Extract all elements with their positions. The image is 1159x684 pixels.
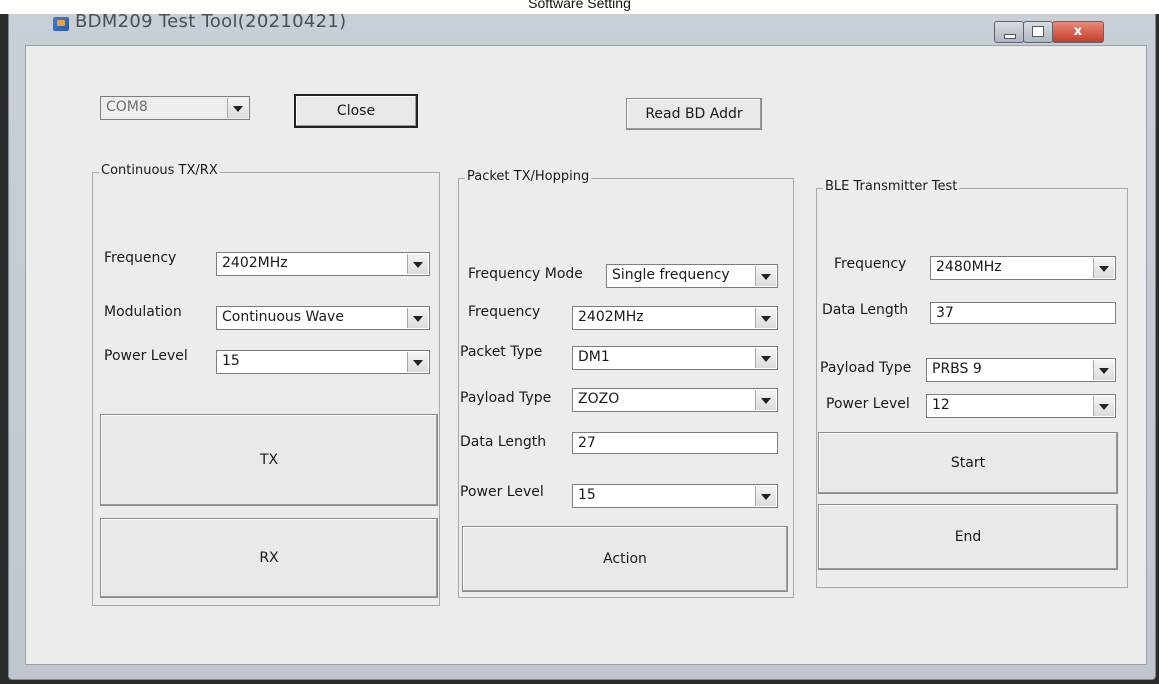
- pkt-packet-type-value: DM1: [578, 349, 610, 365]
- cont-modulation-value: Continuous Wave: [222, 309, 344, 325]
- ble-power-value: 12: [932, 397, 950, 413]
- pkt-freq-mode-label: Frequency Mode: [468, 266, 583, 282]
- pkt-power-select[interactable]: 15: [572, 484, 778, 508]
- pkt-freq-mode-select[interactable]: Single frequency: [606, 264, 778, 288]
- ble-data-length-value: 37: [936, 305, 954, 321]
- pkt-freq-mode-value: Single frequency: [612, 267, 730, 283]
- chevron-down-icon[interactable]: [407, 254, 428, 274]
- ble-power-label: Power Level: [826, 396, 910, 412]
- ble-payload-type-value: PRBS 9: [932, 361, 982, 377]
- pkt-power-label: Power Level: [460, 484, 544, 500]
- cont-frequency-value: 2402MHz: [222, 255, 288, 271]
- end-button[interactable]: End: [818, 504, 1118, 570]
- ble-payload-type-label: Payload Type: [820, 360, 912, 376]
- chevron-down-icon[interactable]: [1093, 396, 1114, 416]
- packet-group-title: Packet TX/Hopping: [465, 169, 592, 184]
- minimize-icon: [1004, 34, 1016, 39]
- cont-modulation-label: Modulation: [104, 304, 182, 320]
- ble-frequency-value: 2480MHz: [936, 259, 1002, 275]
- cont-power-select[interactable]: 15: [216, 350, 430, 374]
- ble-frequency-label: Frequency: [834, 256, 907, 272]
- pkt-power-value: 15: [578, 487, 596, 503]
- chevron-down-icon[interactable]: [755, 308, 776, 328]
- pkt-frequency-select[interactable]: 2402MHz: [572, 306, 778, 330]
- chevron-down-icon[interactable]: [407, 308, 428, 328]
- pkt-frequency-value: 2402MHz: [578, 309, 644, 325]
- maximize-button[interactable]: [1023, 21, 1053, 43]
- photo-caption: Software Setting: [0, 0, 1159, 14]
- close-port-label: Close: [336, 103, 376, 119]
- end-label: End: [954, 529, 982, 545]
- pkt-packet-type-label: Packet Type: [460, 344, 543, 360]
- pkt-packet-type-select[interactable]: DM1: [572, 346, 778, 370]
- tx-label: TX: [259, 452, 279, 468]
- read-bd-addr-label: Read BD Addr: [645, 106, 743, 122]
- rx-label: RX: [259, 550, 279, 566]
- close-window-button[interactable]: x: [1052, 21, 1104, 43]
- pkt-payload-type-label: Payload Type: [460, 390, 552, 406]
- chevron-down-icon[interactable]: [1093, 258, 1114, 278]
- pkt-payload-type-select[interactable]: ZOZO: [572, 388, 778, 412]
- pkt-data-length-label: Data Length: [460, 434, 547, 450]
- pkt-payload-type-value: ZOZO: [578, 391, 620, 407]
- chevron-down-icon[interactable]: [755, 390, 776, 410]
- action-label: Action: [603, 551, 647, 567]
- ble-payload-type-select[interactable]: PRBS 9: [926, 358, 1116, 382]
- chevron-down-icon[interactable]: [755, 266, 776, 286]
- chevron-down-icon[interactable]: [227, 98, 248, 118]
- cont-power-value: 15: [222, 353, 240, 369]
- close-port-button[interactable]: Close: [294, 94, 418, 128]
- pkt-data-length-field[interactable]: 27: [572, 432, 778, 454]
- start-label: Start: [950, 455, 986, 471]
- chevron-down-icon[interactable]: [407, 352, 428, 372]
- ble-data-length-field[interactable]: 37: [930, 302, 1116, 324]
- pkt-data-length-value: 27: [578, 435, 596, 451]
- start-button[interactable]: Start: [818, 432, 1118, 494]
- app-window: BDM209 Test Tool(20210421) x COM8 Close …: [8, 6, 1156, 680]
- ble-group-title: BLE Transmitter Test: [823, 179, 960, 194]
- chevron-down-icon[interactable]: [1093, 360, 1114, 380]
- com-port-value: COM8: [106, 99, 148, 115]
- cont-modulation-select[interactable]: Continuous Wave: [216, 306, 430, 330]
- client-area: COM8 Close Read BD Addr Continuous TX/RX…: [25, 45, 1147, 665]
- maximize-icon: [1032, 26, 1044, 37]
- action-button[interactable]: Action: [462, 526, 788, 592]
- chevron-down-icon[interactable]: [755, 348, 776, 368]
- minimize-button[interactable]: [994, 21, 1024, 43]
- ble-data-length-label: Data Length: [822, 302, 909, 318]
- rx-button[interactable]: RX: [100, 518, 438, 598]
- com-port-select[interactable]: COM8: [100, 96, 250, 120]
- pkt-frequency-label: Frequency: [468, 304, 541, 320]
- continuous-group-title: Continuous TX/RX: [99, 163, 220, 178]
- ble-power-select[interactable]: 12: [926, 394, 1116, 418]
- cont-frequency-select[interactable]: 2402MHz: [216, 252, 430, 276]
- read-bd-addr-button[interactable]: Read BD Addr: [626, 98, 762, 130]
- chevron-down-icon[interactable]: [755, 486, 776, 506]
- window-title: BDM209 Test Tool(20210421): [75, 11, 347, 32]
- ble-frequency-select[interactable]: 2480MHz: [930, 256, 1116, 280]
- close-icon: x: [1073, 24, 1083, 39]
- cont-frequency-label: Frequency: [104, 250, 177, 266]
- app-icon: [53, 17, 69, 31]
- tx-button[interactable]: TX: [100, 414, 438, 506]
- cont-power-label: Power Level: [104, 348, 188, 364]
